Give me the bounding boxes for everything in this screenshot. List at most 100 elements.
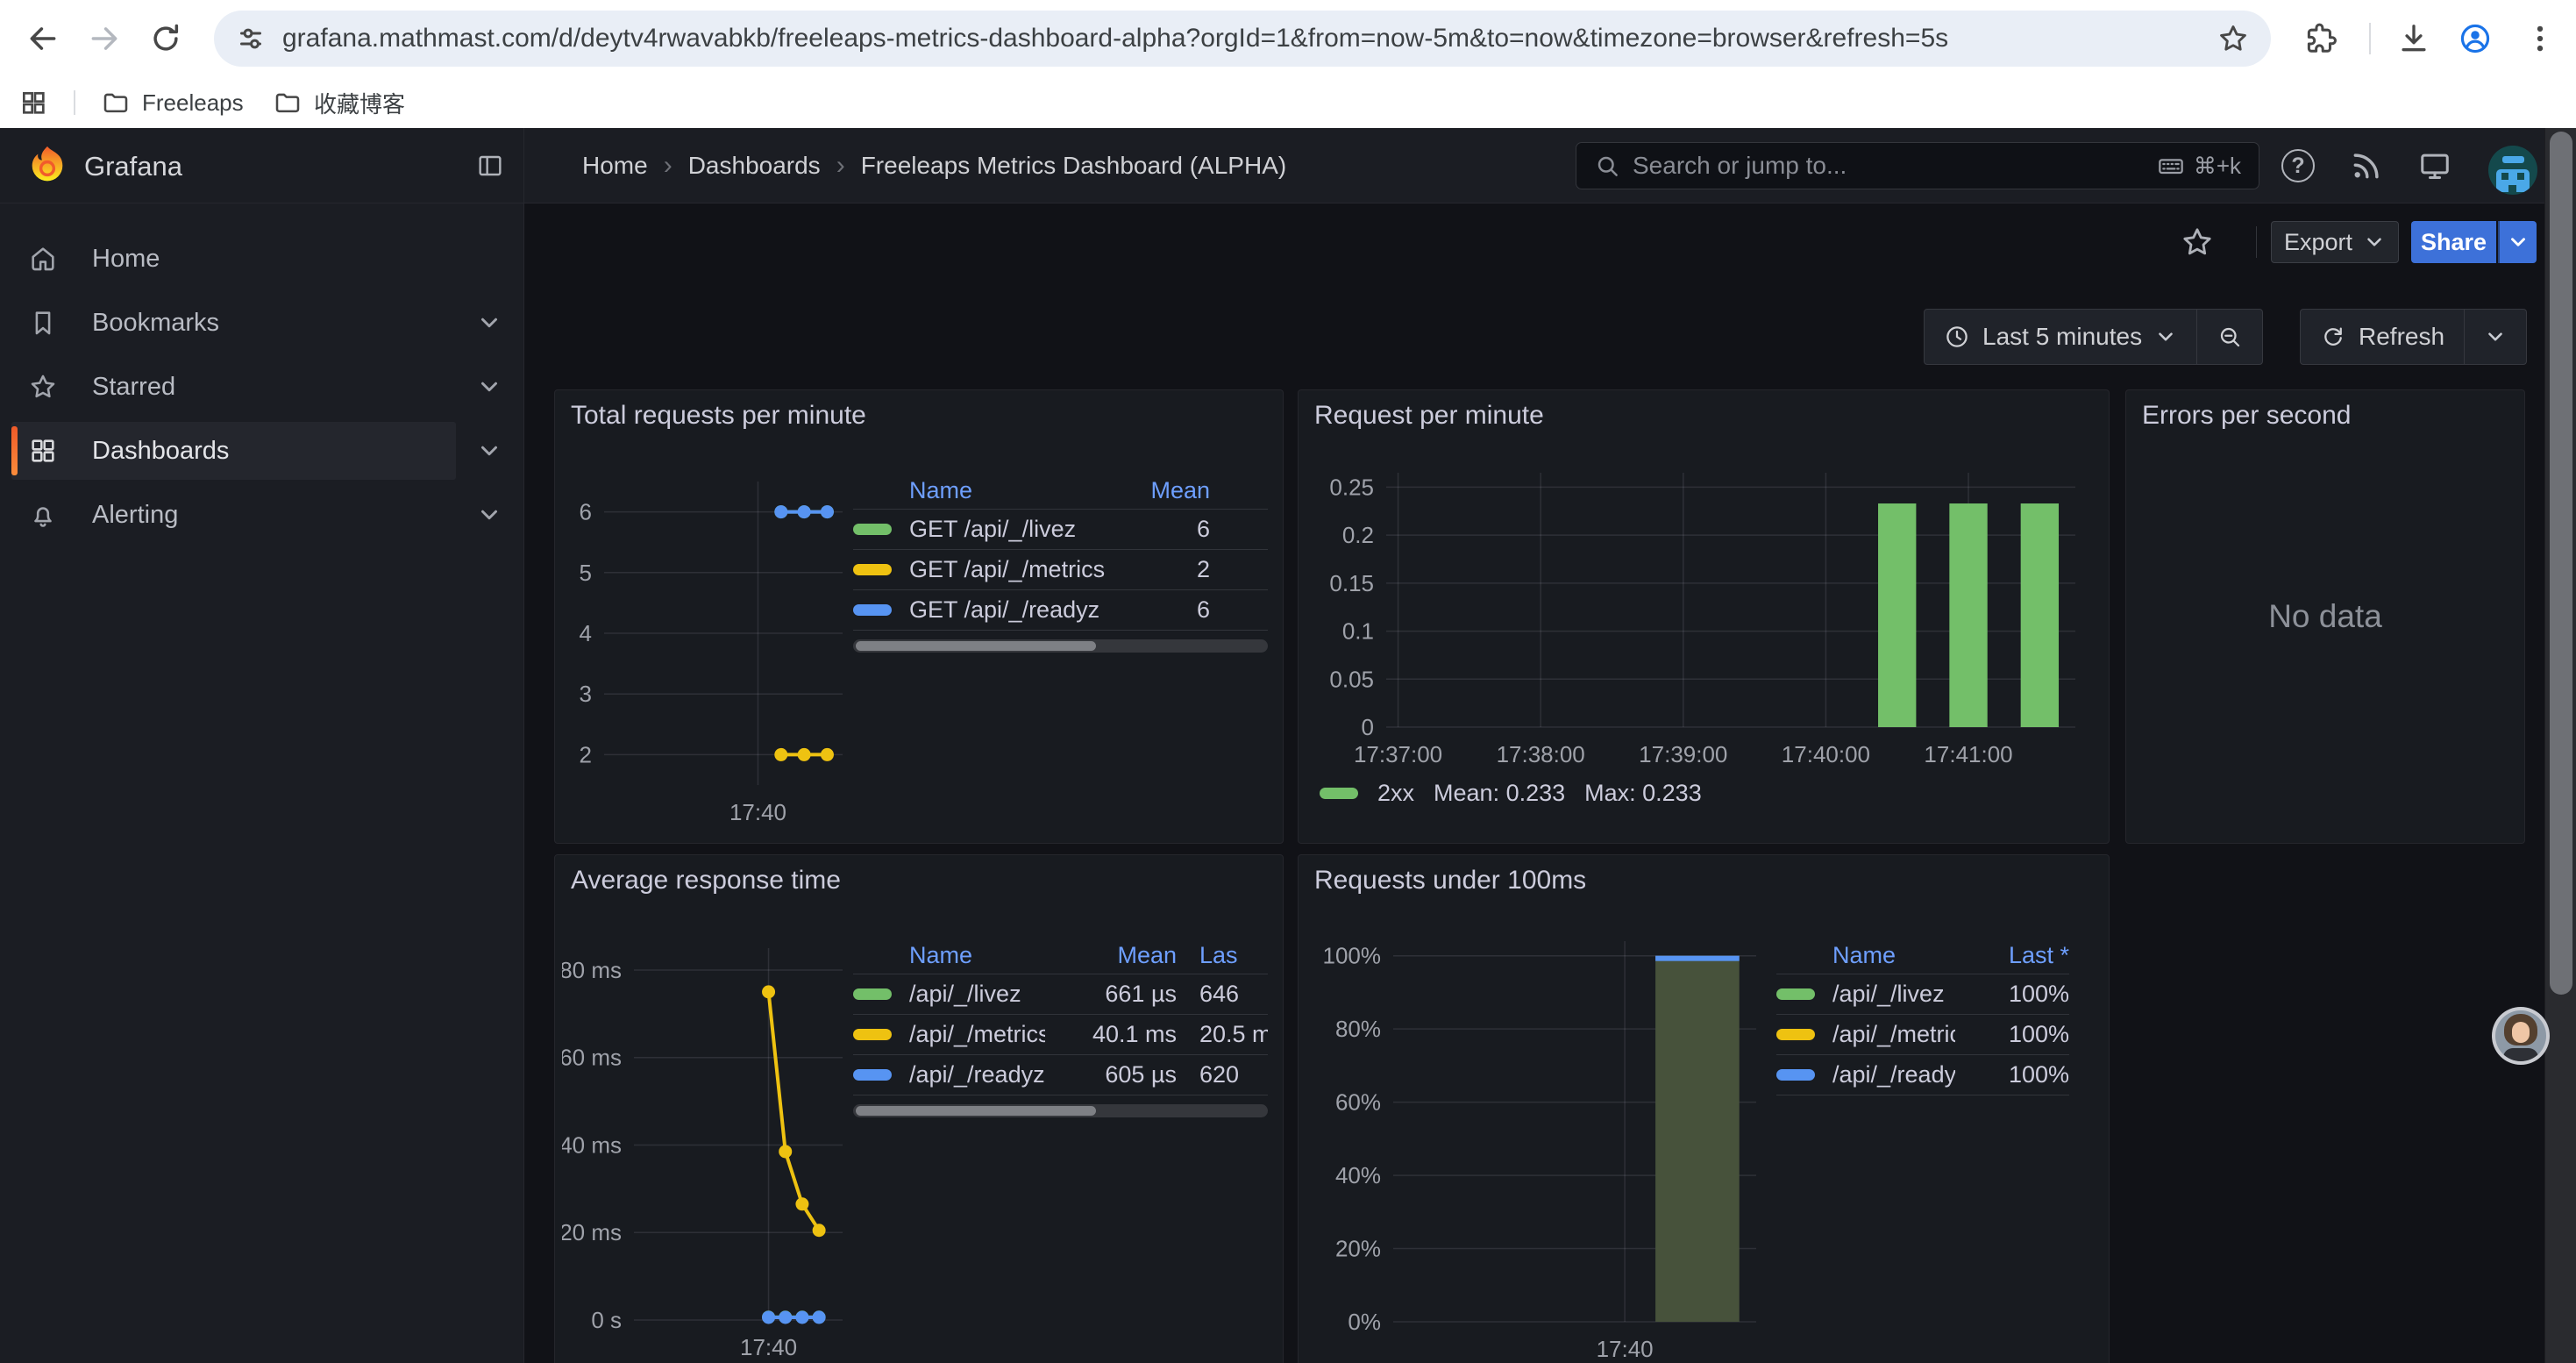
sidebar-item-dashboards[interactable]: Dashboards [0, 422, 523, 480]
timeseries-chart[interactable]: 0 s20 ms40 ms60 ms80 ms17:40 [562, 936, 853, 1363]
legend-header: Name Mean Las [853, 938, 1268, 974]
legend-header: Name Last * [1776, 938, 2069, 974]
legend-row[interactable]: GET /api/_/readyz 6 [853, 590, 1268, 631]
sidebar-item-starred[interactable]: Starred [0, 358, 523, 416]
zoom-out-button[interactable] [2196, 310, 2262, 364]
svg-text:0.05: 0.05 [1329, 666, 1374, 692]
kiosk-monitor-icon[interactable] [2418, 149, 2451, 182]
time-range-picker[interactable]: Last 5 minutes [1925, 310, 2196, 364]
legend-row[interactable]: /api/_/livez 661 µs 646 [853, 974, 1268, 1015]
legend-col-mean[interactable]: Mean [1105, 477, 1210, 504]
grafana-logo[interactable] [25, 143, 70, 189]
scrollbar-thumb[interactable] [856, 641, 1096, 651]
svg-text:60 ms: 60 ms [562, 1045, 622, 1071]
bar-chart[interactable]: 00.050.10.150.20.2517:37:0017:38:0017:39… [1309, 464, 2098, 780]
apps-grid-icon[interactable] [19, 89, 47, 117]
svg-text:40%: 40% [1335, 1162, 1381, 1188]
timeseries-chart[interactable]: 2345617:40 [562, 471, 853, 836]
legend-row[interactable]: /api/_/metrics 100% [1776, 1015, 2069, 1055]
legend-row[interactable]: GET /api/_/metrics 2 [853, 550, 1268, 590]
share-menu-button[interactable] [2498, 221, 2537, 263]
dashboard-canvas: Export Share Last 5 minu [524, 203, 2576, 1363]
bookmark-folder-freeleaps[interactable]: Freeleaps [102, 85, 244, 120]
screen: grafana.mathmast.com/d/deytv4rwavabkb/fr… [0, 0, 2576, 1363]
search-box[interactable]: ⌘+k [1576, 142, 2259, 189]
reload-icon[interactable] [149, 22, 182, 55]
legend-col-name[interactable]: Name [853, 942, 1045, 969]
panel-title[interactable]: Request per minute [1314, 401, 1544, 431]
svg-text:6: 6 [580, 499, 592, 525]
svg-text:80%: 80% [1335, 1016, 1381, 1042]
chevron-down-icon[interactable] [476, 502, 502, 528]
series-color-pill [1776, 1069, 1815, 1081]
legend-col-last[interactable]: Las [1177, 942, 1268, 969]
panel-title[interactable]: Average response time [571, 866, 841, 896]
news-rss-icon[interactable] [2350, 149, 2383, 182]
chevron-down-icon[interactable] [476, 310, 502, 336]
breadcrumb-home[interactable]: Home [582, 152, 648, 180]
star-icon [28, 372, 58, 402]
legend-row[interactable]: /api/_/readyz 100% [1776, 1055, 2069, 1095]
sidebar-item-alerting[interactable]: Alerting [0, 486, 523, 544]
user-avatar[interactable] [2488, 146, 2537, 195]
clock-icon [1944, 324, 1970, 350]
legend-scrollbar[interactable] [853, 639, 1268, 653]
scrollbar-thumb[interactable] [2550, 132, 2572, 995]
legend-col-name[interactable]: Name [853, 477, 1105, 504]
header-main-section: Home › Dashboards › Freeleaps Metrics Da… [524, 128, 2576, 203]
legend-row[interactable]: /api/_/metrics 40.1 ms 20.5 m [853, 1015, 1268, 1055]
favorite-star-icon[interactable] [2180, 225, 2215, 260]
forward-icon[interactable] [88, 22, 121, 55]
download-icon[interactable] [2397, 22, 2430, 55]
bar-chart[interactable]: 0%20%40%60%80%100%17:40 [1309, 929, 1765, 1363]
browser-menu-icon[interactable] [2523, 22, 2557, 55]
url-text[interactable]: grafana.mathmast.com/d/deytv4rwavabkb/fr… [282, 24, 2217, 54]
sidebar-item-bookmarks[interactable]: Bookmarks [0, 294, 523, 352]
legend-scrollbar[interactable] [853, 1104, 1268, 1117]
page-scrollbar[interactable] [2544, 128, 2576, 1363]
search-input[interactable] [1633, 152, 2145, 180]
bookmark-folder-blogs[interactable]: 收藏博客 [274, 85, 405, 120]
svg-text:17:38:00: 17:38:00 [1497, 741, 1585, 767]
panel-legend[interactable]: 2xx Mean: 0.233 Max: 0.233 [1320, 780, 1702, 807]
help-icon[interactable]: ? [2281, 149, 2315, 182]
legend-row[interactable]: /api/_/livez 100% [1776, 974, 2069, 1015]
avatar-art [2517, 173, 2524, 180]
share-button[interactable]: Share [2411, 221, 2496, 263]
legend-col-name[interactable]: Name [1776, 942, 1955, 969]
legend-header: Name Mean [853, 473, 1268, 510]
back-icon[interactable] [26, 22, 60, 55]
breadcrumb-dashboards[interactable]: Dashboards [688, 152, 821, 180]
bell-icon [28, 500, 58, 530]
refresh-button[interactable]: Refresh [2301, 310, 2464, 364]
legend-col-last[interactable]: Last * [1955, 942, 2069, 969]
folder-icon [274, 89, 302, 117]
dock-menu-icon[interactable] [476, 152, 504, 180]
svg-text:80 ms: 80 ms [562, 957, 622, 983]
chevron-down-icon[interactable] [476, 438, 502, 464]
bookmark-star-icon[interactable] [2217, 22, 2250, 55]
series-color-pill [1776, 988, 1815, 1000]
export-button[interactable]: Export [2271, 221, 2399, 263]
refresh-interval-button[interactable] [2464, 310, 2526, 364]
panel-average-response-time: Average response time 0 s20 ms40 ms60 ms… [554, 854, 1284, 1363]
url-bar[interactable]: grafana.mathmast.com/d/deytv4rwavabkb/fr… [214, 11, 2271, 67]
chevron-down-icon[interactable] [476, 374, 502, 400]
site-settings-icon[interactable] [235, 23, 267, 54]
bookmark-folder-label: 收藏博客 [314, 87, 405, 119]
svg-text:0.15: 0.15 [1329, 570, 1374, 596]
legend-col-mean[interactable]: Mean [1045, 942, 1177, 969]
scrollbar-thumb[interactable] [856, 1106, 1096, 1116]
assistant-avatar[interactable] [2492, 1007, 2550, 1065]
legend-row[interactable]: GET /api/_/livez 6 [853, 510, 1268, 550]
svg-text:20 ms: 20 ms [562, 1219, 622, 1245]
folder-icon [102, 89, 130, 117]
panel-title[interactable]: Total requests per minute [571, 401, 866, 431]
sidebar-item-home[interactable]: Home [0, 230, 523, 288]
panel-total-requests: Total requests per minute 2345617:40 Nam… [554, 389, 1284, 844]
extensions-icon[interactable] [2304, 22, 2338, 55]
legend-row[interactable]: /api/_/readyz 605 µs 620 [853, 1055, 1268, 1095]
profile-icon[interactable] [2459, 22, 2492, 55]
search-icon [1594, 153, 1620, 179]
panel-title[interactable]: Requests under 100ms [1314, 866, 1586, 896]
